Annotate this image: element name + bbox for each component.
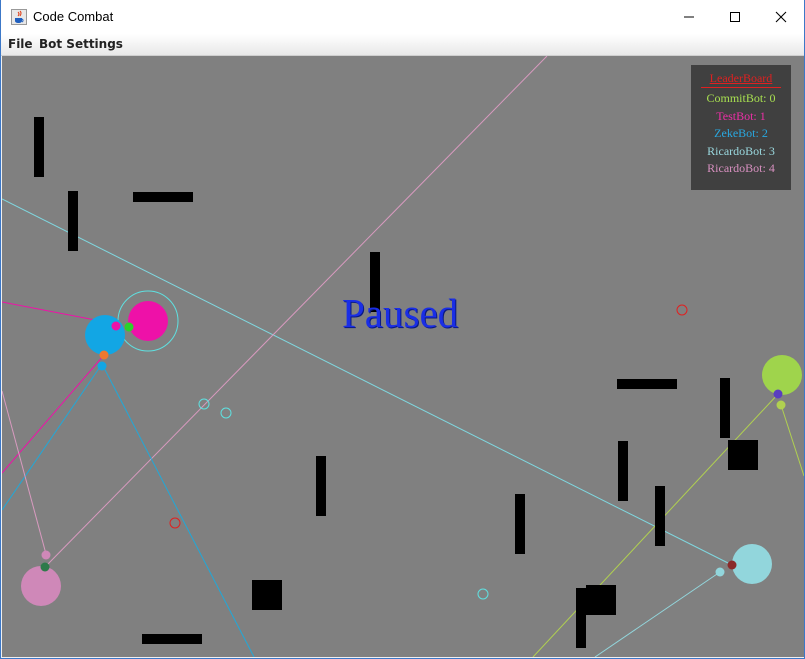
wall — [617, 379, 677, 389]
laser-line — [101, 363, 255, 657]
title-bar: Code Combat — [1, 0, 804, 34]
laser-line — [2, 390, 47, 555]
laser-line — [2, 363, 103, 511]
mine-marker — [676, 304, 688, 316]
wall — [68, 191, 78, 251]
arena-canvas — [2, 56, 804, 657]
wall — [515, 494, 525, 554]
wall — [728, 440, 758, 470]
minimize-icon — [684, 16, 694, 18]
window-title: Code Combat — [33, 9, 114, 24]
laser-line — [45, 56, 548, 567]
bot-testbot — [117, 290, 179, 352]
wall — [142, 634, 202, 644]
bot-commitbot — [762, 355, 802, 410]
mine-marker — [169, 517, 181, 529]
wall — [576, 588, 586, 648]
bot-ricardobot-4 — [21, 550, 61, 606]
menu-bot-settings[interactable]: Bot Settings — [39, 37, 123, 51]
wall — [720, 378, 730, 438]
wall — [586, 585, 616, 615]
java-cup-icon — [11, 9, 27, 25]
laser-line — [2, 354, 105, 474]
leaderboard-row: ZekeBot: 2 — [714, 126, 768, 140]
menu-bar: File Bot Settings — [1, 34, 804, 56]
wall — [133, 192, 193, 202]
shield-pickup — [220, 407, 232, 419]
wall — [34, 117, 44, 177]
leaderboard-row: RicardoBot: 3 — [707, 143, 775, 158]
game-arena[interactable]: Paused LeaderBoard CommitBot: 0 TestBot:… — [2, 56, 804, 657]
close-button[interactable] — [758, 0, 804, 34]
leaderboard-row: RicardoBot: 4 — [707, 161, 775, 175]
shield-pickup — [198, 398, 210, 410]
maximize-button[interactable] — [712, 0, 758, 34]
laser-line — [780, 404, 804, 477]
paused-label: Paused — [342, 290, 459, 336]
maximize-icon — [730, 12, 740, 22]
menu-file[interactable]: File — [8, 37, 33, 51]
leaderboard-row: TestBot: 1 — [716, 108, 766, 123]
close-icon — [775, 11, 787, 23]
bot-zekebot — [85, 315, 125, 371]
app-window: Code Combat File Bot Settings Paused Lea… — [0, 0, 805, 659]
wall — [618, 441, 628, 501]
leaderboard-title: LeaderBoard — [709, 71, 773, 85]
leaderboard-panel: LeaderBoard CommitBot: 0 TestBot: 1 Zeke… — [691, 65, 791, 190]
wall — [252, 580, 282, 610]
wall — [655, 486, 665, 546]
leaderboard-divider — [701, 87, 781, 88]
leaderboard-row: CommitBot: 0 — [706, 91, 776, 105]
shield-pickup — [477, 588, 489, 600]
minimize-button[interactable] — [666, 0, 712, 34]
wall — [316, 456, 326, 516]
bot-ricardobot-3 — [715, 544, 772, 584]
